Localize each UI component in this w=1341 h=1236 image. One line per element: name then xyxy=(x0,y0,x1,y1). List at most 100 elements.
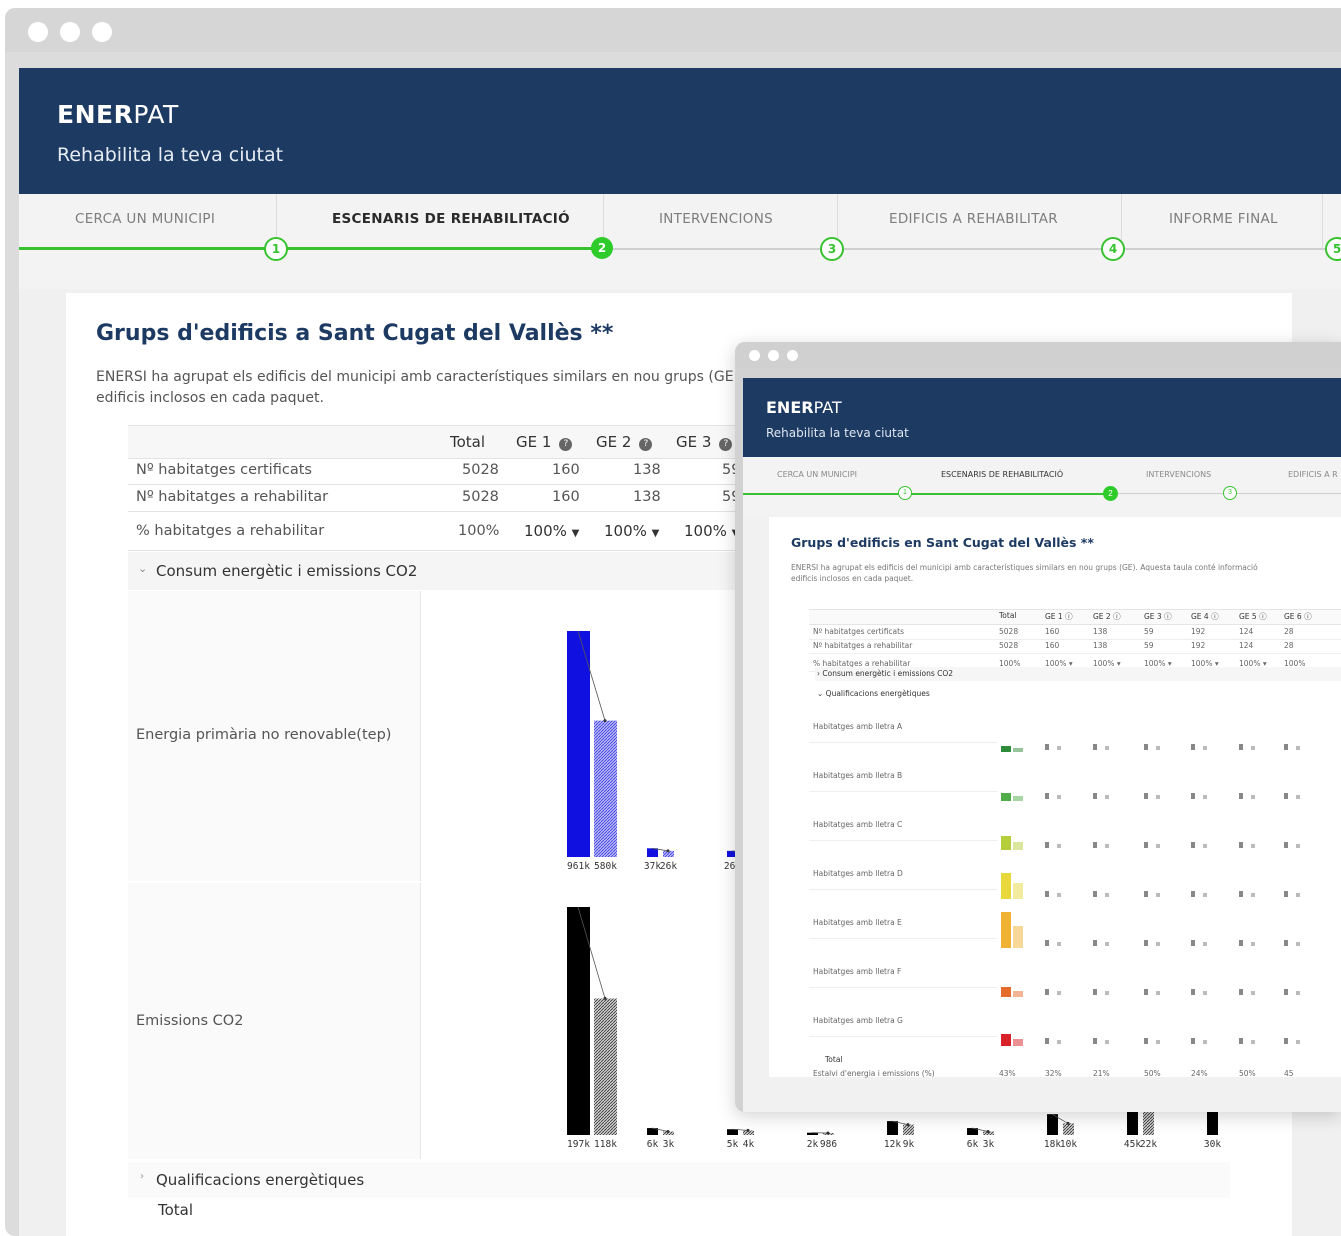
ge2-percent-select[interactable]: 100% ▼ xyxy=(604,522,659,540)
overlay-desc-line-1: ENERSI ha agrupat els edificis del munic… xyxy=(791,563,1258,572)
overlay-letter-label: Habitatges amb lletra G xyxy=(813,1016,903,1025)
overlay-mini-bar xyxy=(1296,1040,1300,1044)
overlay-mini-bar xyxy=(1191,744,1195,750)
brand-logo[interactable]: ENERPAT xyxy=(57,100,179,129)
row-total: 5028 xyxy=(462,462,499,478)
overlay-letter-divider xyxy=(809,840,997,841)
step-2-circle[interactable]: 2 xyxy=(591,237,613,259)
overlay-row-value: 138 xyxy=(1093,641,1108,650)
chart-data-label: 10k xyxy=(1060,1139,1077,1150)
overlay-step-navigation: CERCA UN MUNICIPI ESCENARIS DE REHABILIT… xyxy=(743,457,1341,515)
overlay-section-qualif: ⌄ Qualificacions energètiques xyxy=(817,689,930,698)
header-ge3[interactable]: GE 3? xyxy=(676,433,733,451)
brand-bold: ENER xyxy=(766,398,814,417)
overlay-mini-bar xyxy=(1001,987,1011,997)
overlay-row-label: Nº habitatges certificats xyxy=(813,627,905,636)
overlay-letter-divider xyxy=(809,1036,997,1037)
chart-data-label: 30k xyxy=(1204,1139,1221,1150)
overlay-titlebar xyxy=(735,342,1341,368)
chart-bar xyxy=(903,1124,914,1135)
select-value: 100% xyxy=(684,522,727,540)
overlay-mini-bar xyxy=(1093,891,1097,897)
header-ge3-label: GE 3 xyxy=(676,433,712,451)
overlay-last-row-value: 50% xyxy=(1144,1069,1161,1078)
overlay-letter-divider xyxy=(809,938,997,939)
section-qualif-toggle[interactable]: › Qualificacions energètiques xyxy=(128,1162,1230,1198)
info-icon[interactable]: ? xyxy=(719,438,733,451)
overlay-mini-bar xyxy=(1203,1040,1207,1044)
overlay-mini-bar xyxy=(1191,891,1195,897)
tab-intervencions[interactable]: INTERVENCIONS xyxy=(659,211,773,227)
row-ge1: 160 xyxy=(552,489,580,505)
overlay-mini-bar xyxy=(1057,942,1061,946)
overlay-row-value: 59 xyxy=(1144,627,1154,636)
overlay-mini-bar xyxy=(1203,942,1207,946)
overlay-mini-bar xyxy=(1057,844,1061,848)
step-3-circle[interactable]: 3 xyxy=(820,237,844,261)
overlay-mini-bar xyxy=(1093,940,1097,946)
tab-cerca-municipi[interactable]: CERCA UN MUNICIPI xyxy=(75,211,215,227)
info-icon[interactable]: ? xyxy=(559,438,573,451)
overlay-mini-bar xyxy=(1013,1038,1023,1046)
overlay-mini-bar xyxy=(1093,989,1097,995)
overlay-letter-divider xyxy=(809,742,997,743)
ge1-percent-select[interactable]: 100% ▼ xyxy=(524,522,579,540)
overlay-tab-intervencions[interactable]: INTERVENCIONS xyxy=(1146,470,1211,479)
chart-bar xyxy=(567,907,590,1135)
overlay-mini-bar xyxy=(1045,793,1049,799)
brand-rest: PAT xyxy=(813,398,842,417)
overlay-brand-logo[interactable]: ENERPAT xyxy=(766,398,842,417)
header-ge2-label: GE 2 xyxy=(596,433,632,451)
overlay-mini-bar xyxy=(1001,912,1011,948)
tab-informe[interactable]: INFORME FINAL xyxy=(1169,211,1278,227)
header-total: Total xyxy=(450,433,486,451)
overlay-row-value: 28 xyxy=(1284,627,1294,636)
tab-edificis[interactable]: EDIFICIS A REHABILITAR xyxy=(889,211,1058,227)
window-close-dot[interactable] xyxy=(28,22,48,42)
step-4-circle[interactable]: 4 xyxy=(1101,237,1125,261)
overlay-letter-label: Habitatges amb lletra C xyxy=(813,820,903,829)
dropdown-arrow-icon: ▼ xyxy=(571,528,580,539)
chart-data-label: 6k xyxy=(967,1139,979,1150)
overlay-mini-bar xyxy=(1191,842,1195,848)
overlay-tab-escenaris[interactable]: ESCENARIS DE REHABILITACIÓ xyxy=(941,470,1063,479)
header-ge1[interactable]: GE 1? xyxy=(516,433,573,451)
overlay-step-3-circle[interactable]: 3 xyxy=(1223,486,1237,500)
overlay-step-2-circle[interactable]: 2 xyxy=(1103,486,1118,501)
overlay-letter-label: Habitatges amb lletra A xyxy=(813,722,903,731)
info-icon[interactable]: ? xyxy=(639,438,653,451)
overlay-tab-edificis[interactable]: EDIFICIS A R xyxy=(1288,470,1338,479)
overlay-mini-bar xyxy=(1156,795,1160,799)
window-maximize-dot[interactable] xyxy=(92,22,112,42)
chart-data-label: 580k xyxy=(594,861,617,872)
overlay-mini-bar xyxy=(1045,1038,1049,1044)
step-1-circle[interactable]: 1 xyxy=(264,237,288,261)
overlay-tab-cerca[interactable]: CERCA UN MUNICIPI xyxy=(777,470,857,479)
window-minimize-dot[interactable] xyxy=(60,22,80,42)
overlay-mini-bar xyxy=(1284,1038,1288,1044)
window-minimize-dot[interactable] xyxy=(768,350,779,361)
chart-data-label: 18k xyxy=(1220,1139,1221,1150)
window-close-dot[interactable] xyxy=(749,350,760,361)
overlay-mini-bar xyxy=(1057,991,1061,995)
chart-data-label: 118k xyxy=(594,1139,617,1150)
co2-label-cell: Emissions CO2 xyxy=(128,883,421,1159)
chart-data-label: 9k xyxy=(903,1139,915,1150)
header-ge2[interactable]: GE 2? xyxy=(596,433,653,451)
ge3-percent-select[interactable]: 100% ▼ xyxy=(684,522,739,540)
overlay-mini-bar xyxy=(1251,844,1255,848)
chart-bar xyxy=(567,631,590,857)
overlay-header-cell: GE 2 ⓘ xyxy=(1093,612,1121,621)
step-5-circle[interactable]: 5 xyxy=(1325,237,1341,261)
overlay-last-row-value: 45 xyxy=(1284,1069,1294,1078)
overlay-letter-label: Habitatges amb lletra F xyxy=(813,967,902,976)
overlay-step-1-circle[interactable]: 1 xyxy=(898,486,912,500)
window-maximize-dot[interactable] xyxy=(787,350,798,361)
chart-data-label: 5k xyxy=(727,1139,739,1150)
progress-bar-remaining xyxy=(601,248,1341,250)
tab-escenaris[interactable]: ESCENARIS DE REHABILITACIÓ xyxy=(332,211,570,227)
chart-connector-dot xyxy=(826,1131,830,1135)
overlay-mini-bar xyxy=(1045,891,1049,897)
overlay-header-cell: Total xyxy=(999,611,1017,620)
chart-data-label: 197k xyxy=(567,1139,590,1150)
